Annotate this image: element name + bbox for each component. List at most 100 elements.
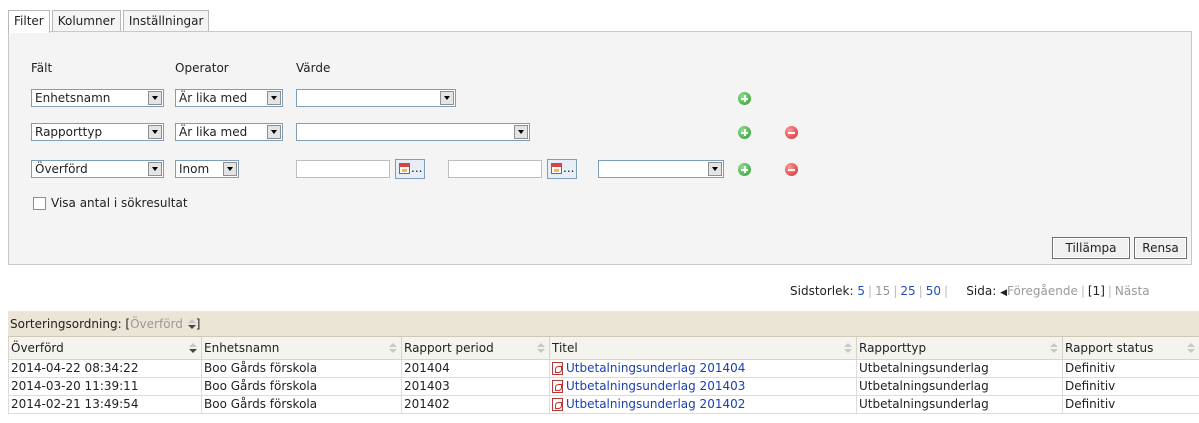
cell-title: Utbetalningsunderlag 201404 <box>549 358 857 378</box>
date-to-input[interactable] <box>448 160 542 178</box>
table-row: 2014-03-20 11:39:11 Boo Gårds förskola 2… <box>8 376 1199 396</box>
chevron-down-icon <box>514 125 528 139</box>
calendar-button-text: ... <box>411 161 423 175</box>
field-header: Fält <box>31 61 53 75</box>
tab-columns[interactable]: Kolumner <box>51 10 121 32</box>
date-to-calendar-button[interactable]: ... <box>547 159 577 179</box>
report-link[interactable]: Utbetalningsunderlag 201402 <box>566 397 745 411</box>
date-from-calendar-button[interactable]: ... <box>395 159 425 179</box>
pdf-icon <box>552 380 563 393</box>
page-size-15: 15 <box>875 284 891 298</box>
tab-filter[interactable]: Filter <box>8 10 50 33</box>
report-link[interactable]: Utbetalningsunderlag 201403 <box>566 379 745 393</box>
cell-unit-name: Boo Gårds förskola <box>201 358 402 378</box>
table-row: 2014-04-22 08:34:22 Boo Gårds förskola 2… <box>8 358 1199 378</box>
cell-report-status: Definitiv <box>1062 358 1199 378</box>
cell-report-type: Utbetalningsunderlag <box>856 394 1063 414</box>
prev-page-link: Föregående <box>1007 284 1078 298</box>
tab-settings[interactable]: Inställningar <box>122 10 210 32</box>
pagination-bar: Sidstorlek: 5 | 15 | 25 | 50 | Sida: ◀Föregåend… <box>790 284 1150 298</box>
cell-report-period: 201403 <box>401 376 550 396</box>
value-header: Värde <box>296 61 331 75</box>
table-header-row: Överförd Enhetsnamn Rapport period Titel… <box>8 337 1199 360</box>
calendar-icon <box>399 163 410 174</box>
chevron-down-icon <box>267 91 281 105</box>
cell-report-type: Utbetalningsunderlag <box>856 358 1063 378</box>
chevron-down-icon <box>148 125 162 139</box>
add-filter-icon[interactable] <box>738 126 751 139</box>
next-page-link: Nästa <box>1114 284 1150 298</box>
cell-report-period: 201404 <box>401 358 550 378</box>
page-label: Sida: <box>966 284 997 298</box>
period-select[interactable] <box>598 160 724 178</box>
chevron-down-icon <box>148 162 162 176</box>
sort-icon <box>536 343 545 353</box>
chevron-down-icon <box>223 162 237 176</box>
remove-filter-icon[interactable] <box>785 163 798 176</box>
add-filter-icon[interactable] <box>738 163 751 176</box>
show-count-checkbox[interactable] <box>33 197 46 210</box>
column-header-unit-name[interactable]: Enhetsnamn <box>201 337 402 360</box>
field-select-2[interactable]: Rapporttyp <box>31 123 164 141</box>
report-link[interactable]: Utbetalningsunderlag 201404 <box>566 361 745 375</box>
sort-order-bar: Sorteringsordning: [Överförd ] <box>8 311 1199 337</box>
remove-filter-icon[interactable] <box>785 126 798 139</box>
page-size-50[interactable]: 50 <box>926 284 941 298</box>
clear-button[interactable]: Rensa <box>1134 237 1187 259</box>
field-select-1[interactable]: Enhetsnamn <box>31 89 164 107</box>
cell-title: Utbetalningsunderlag 201403 <box>549 376 857 396</box>
field-select-3-value: Överförd <box>35 162 88 176</box>
chevron-down-icon <box>148 91 162 105</box>
operator-select-2[interactable]: Är lika med <box>175 123 283 141</box>
sort-icon <box>188 343 197 353</box>
page-size-25[interactable]: 25 <box>900 284 915 298</box>
operator-select-1-value: Är lika med <box>179 91 248 105</box>
sort-order-label: Sorteringsordning: <box>10 317 122 331</box>
operator-select-1[interactable]: Är lika med <box>175 89 283 107</box>
field-select-2-value: Rapporttyp <box>35 125 103 139</box>
value-select-2[interactable] <box>296 123 530 141</box>
chevron-down-icon <box>440 91 454 105</box>
column-header-report-type[interactable]: Rapporttyp <box>856 337 1063 360</box>
filter-panel: Fält Operator Värde Enhetsnamn Är lika m… <box>8 31 1192 265</box>
cell-transferred: 2014-04-22 08:34:22 <box>8 358 202 378</box>
value-select-1[interactable] <box>296 89 456 107</box>
chevron-down-icon <box>708 162 722 176</box>
operator-select-3-value: Inom <box>179 162 210 176</box>
date-from-input[interactable] <box>296 160 390 178</box>
cell-report-period: 201402 <box>401 394 550 414</box>
cell-transferred: 2014-02-21 13:49:54 <box>8 394 202 414</box>
column-header-report-period[interactable]: Rapport period <box>401 337 550 360</box>
sort-field[interactable]: Överförd <box>130 317 183 331</box>
calendar-button-text: ... <box>563 161 575 175</box>
chevron-down-icon <box>267 125 281 139</box>
sort-icon <box>1186 343 1195 353</box>
current-page: [1] <box>1087 284 1105 298</box>
operator-header: Operator <box>175 61 229 75</box>
cell-title: Utbetalningsunderlag 201402 <box>549 394 857 414</box>
pdf-icon <box>552 398 563 411</box>
cell-unit-name: Boo Gårds förskola <box>201 394 402 414</box>
sort-icon <box>388 343 397 353</box>
calendar-icon <box>551 163 562 174</box>
column-header-title[interactable]: Titel <box>549 337 857 360</box>
apply-button[interactable]: Tillämpa <box>1052 237 1130 259</box>
field-select-1-value: Enhetsnamn <box>35 91 111 105</box>
operator-select-3[interactable]: Inom <box>175 160 239 178</box>
page-size-label: Sidstorlek: <box>790 284 854 298</box>
cell-report-status: Definitiv <box>1062 376 1199 396</box>
field-select-3[interactable]: Överförd <box>31 160 164 178</box>
table-row: 2014-02-21 13:49:54 Boo Gårds förskola 2… <box>8 394 1199 414</box>
add-filter-icon[interactable] <box>738 92 751 105</box>
sort-direction-icon[interactable] <box>187 319 196 329</box>
show-count-label: Visa antal i sökresultat <box>51 196 188 210</box>
sort-icon <box>843 343 852 353</box>
column-header-report-status[interactable]: Rapport status <box>1062 337 1199 360</box>
column-header-transferred[interactable]: Överförd <box>8 337 202 360</box>
page-size-5[interactable]: 5 <box>857 284 865 298</box>
results-table: Överförd Enhetsnamn Rapport period Titel… <box>8 337 1199 414</box>
tab-strip: Filter Kolumner Inställningar <box>8 10 211 33</box>
cell-report-status: Definitiv <box>1062 394 1199 414</box>
cell-unit-name: Boo Gårds förskola <box>201 376 402 396</box>
cell-transferred: 2014-03-20 11:39:11 <box>8 376 202 396</box>
